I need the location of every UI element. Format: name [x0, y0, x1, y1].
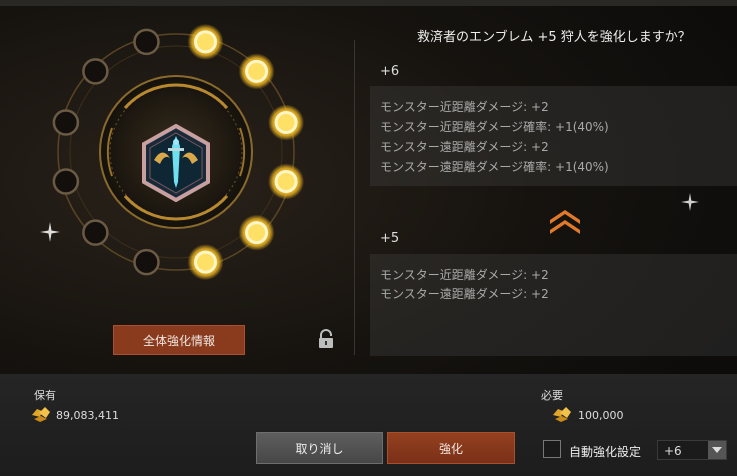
slot-lit: [274, 170, 298, 194]
slot-lit: [274, 110, 298, 134]
panel-divider: [354, 40, 355, 355]
enhance-button[interactable]: 強化: [387, 432, 515, 464]
sparkle-icon: [40, 222, 60, 242]
stat-line: モンスター近距離ダメージ確率: +1(40%): [380, 120, 609, 134]
stat-line: モンスター遠距離ダメージ: +2: [380, 140, 549, 154]
current-level-stats: モンスター近距離ダメージ: +2 モンスター遠距離ダメージ: +2: [370, 254, 737, 356]
gold-ore-icon: [32, 407, 50, 422]
stat-line: モンスター遠距離ダメージ: +2: [380, 287, 549, 301]
slot-empty: [82, 219, 109, 246]
owned-label: 保有: [34, 389, 56, 402]
slot-lit: [194, 250, 218, 274]
chevron-down-icon[interactable]: [708, 441, 726, 459]
next-level-label: +6: [380, 64, 400, 79]
enhance-question: 救済者のエンブレム +5 狩人を強化しますか？: [417, 30, 691, 45]
stat-line: モンスター遠距離ダメージ確率: +1(40%): [380, 160, 609, 174]
enhance-dialog: 救済者のエンブレム +5 狩人を強化しますか？ +6 モンスター近距離ダメージ:…: [0, 0, 737, 476]
slot-empty: [52, 109, 80, 136]
slot-empty: [82, 58, 109, 85]
selected-level: +6: [664, 444, 682, 458]
owned-amount: 89,083,411: [56, 409, 119, 422]
slot-empty: [52, 168, 80, 195]
stat-line: モンスター近距離ダメージ: +2: [380, 268, 549, 282]
required-amount: 100,000: [578, 409, 624, 422]
slot-empty: [133, 248, 160, 276]
auto-enhance-checkbox[interactable]: [543, 440, 561, 458]
slot-empty: [133, 28, 160, 56]
cancel-button[interactable]: 取り消し: [256, 432, 383, 464]
gold-ore-icon: [553, 407, 571, 422]
sparkle-icon: [681, 193, 699, 211]
emblem-icon: [142, 124, 210, 202]
auto-enhance-level-select[interactable]: +6: [657, 440, 727, 460]
slot-lit: [194, 30, 218, 54]
slot-lit: [245, 59, 269, 83]
lock-icon[interactable]: [317, 329, 335, 349]
full-enhance-info-button[interactable]: 全体強化情報: [113, 325, 245, 355]
next-level-stats: モンスター近距離ダメージ: +2 モンスター近距離ダメージ確率: +1(40%)…: [370, 86, 737, 186]
auto-enhance-label: 自動強化設定: [569, 445, 642, 459]
slot-lit: [245, 221, 269, 245]
current-level-label: +5: [380, 231, 400, 246]
top-strip: [0, 0, 737, 6]
required-label: 必要: [541, 389, 563, 402]
chevron-up-icon: [550, 210, 580, 234]
stat-line: モンスター近距離ダメージ: +2: [380, 100, 549, 114]
